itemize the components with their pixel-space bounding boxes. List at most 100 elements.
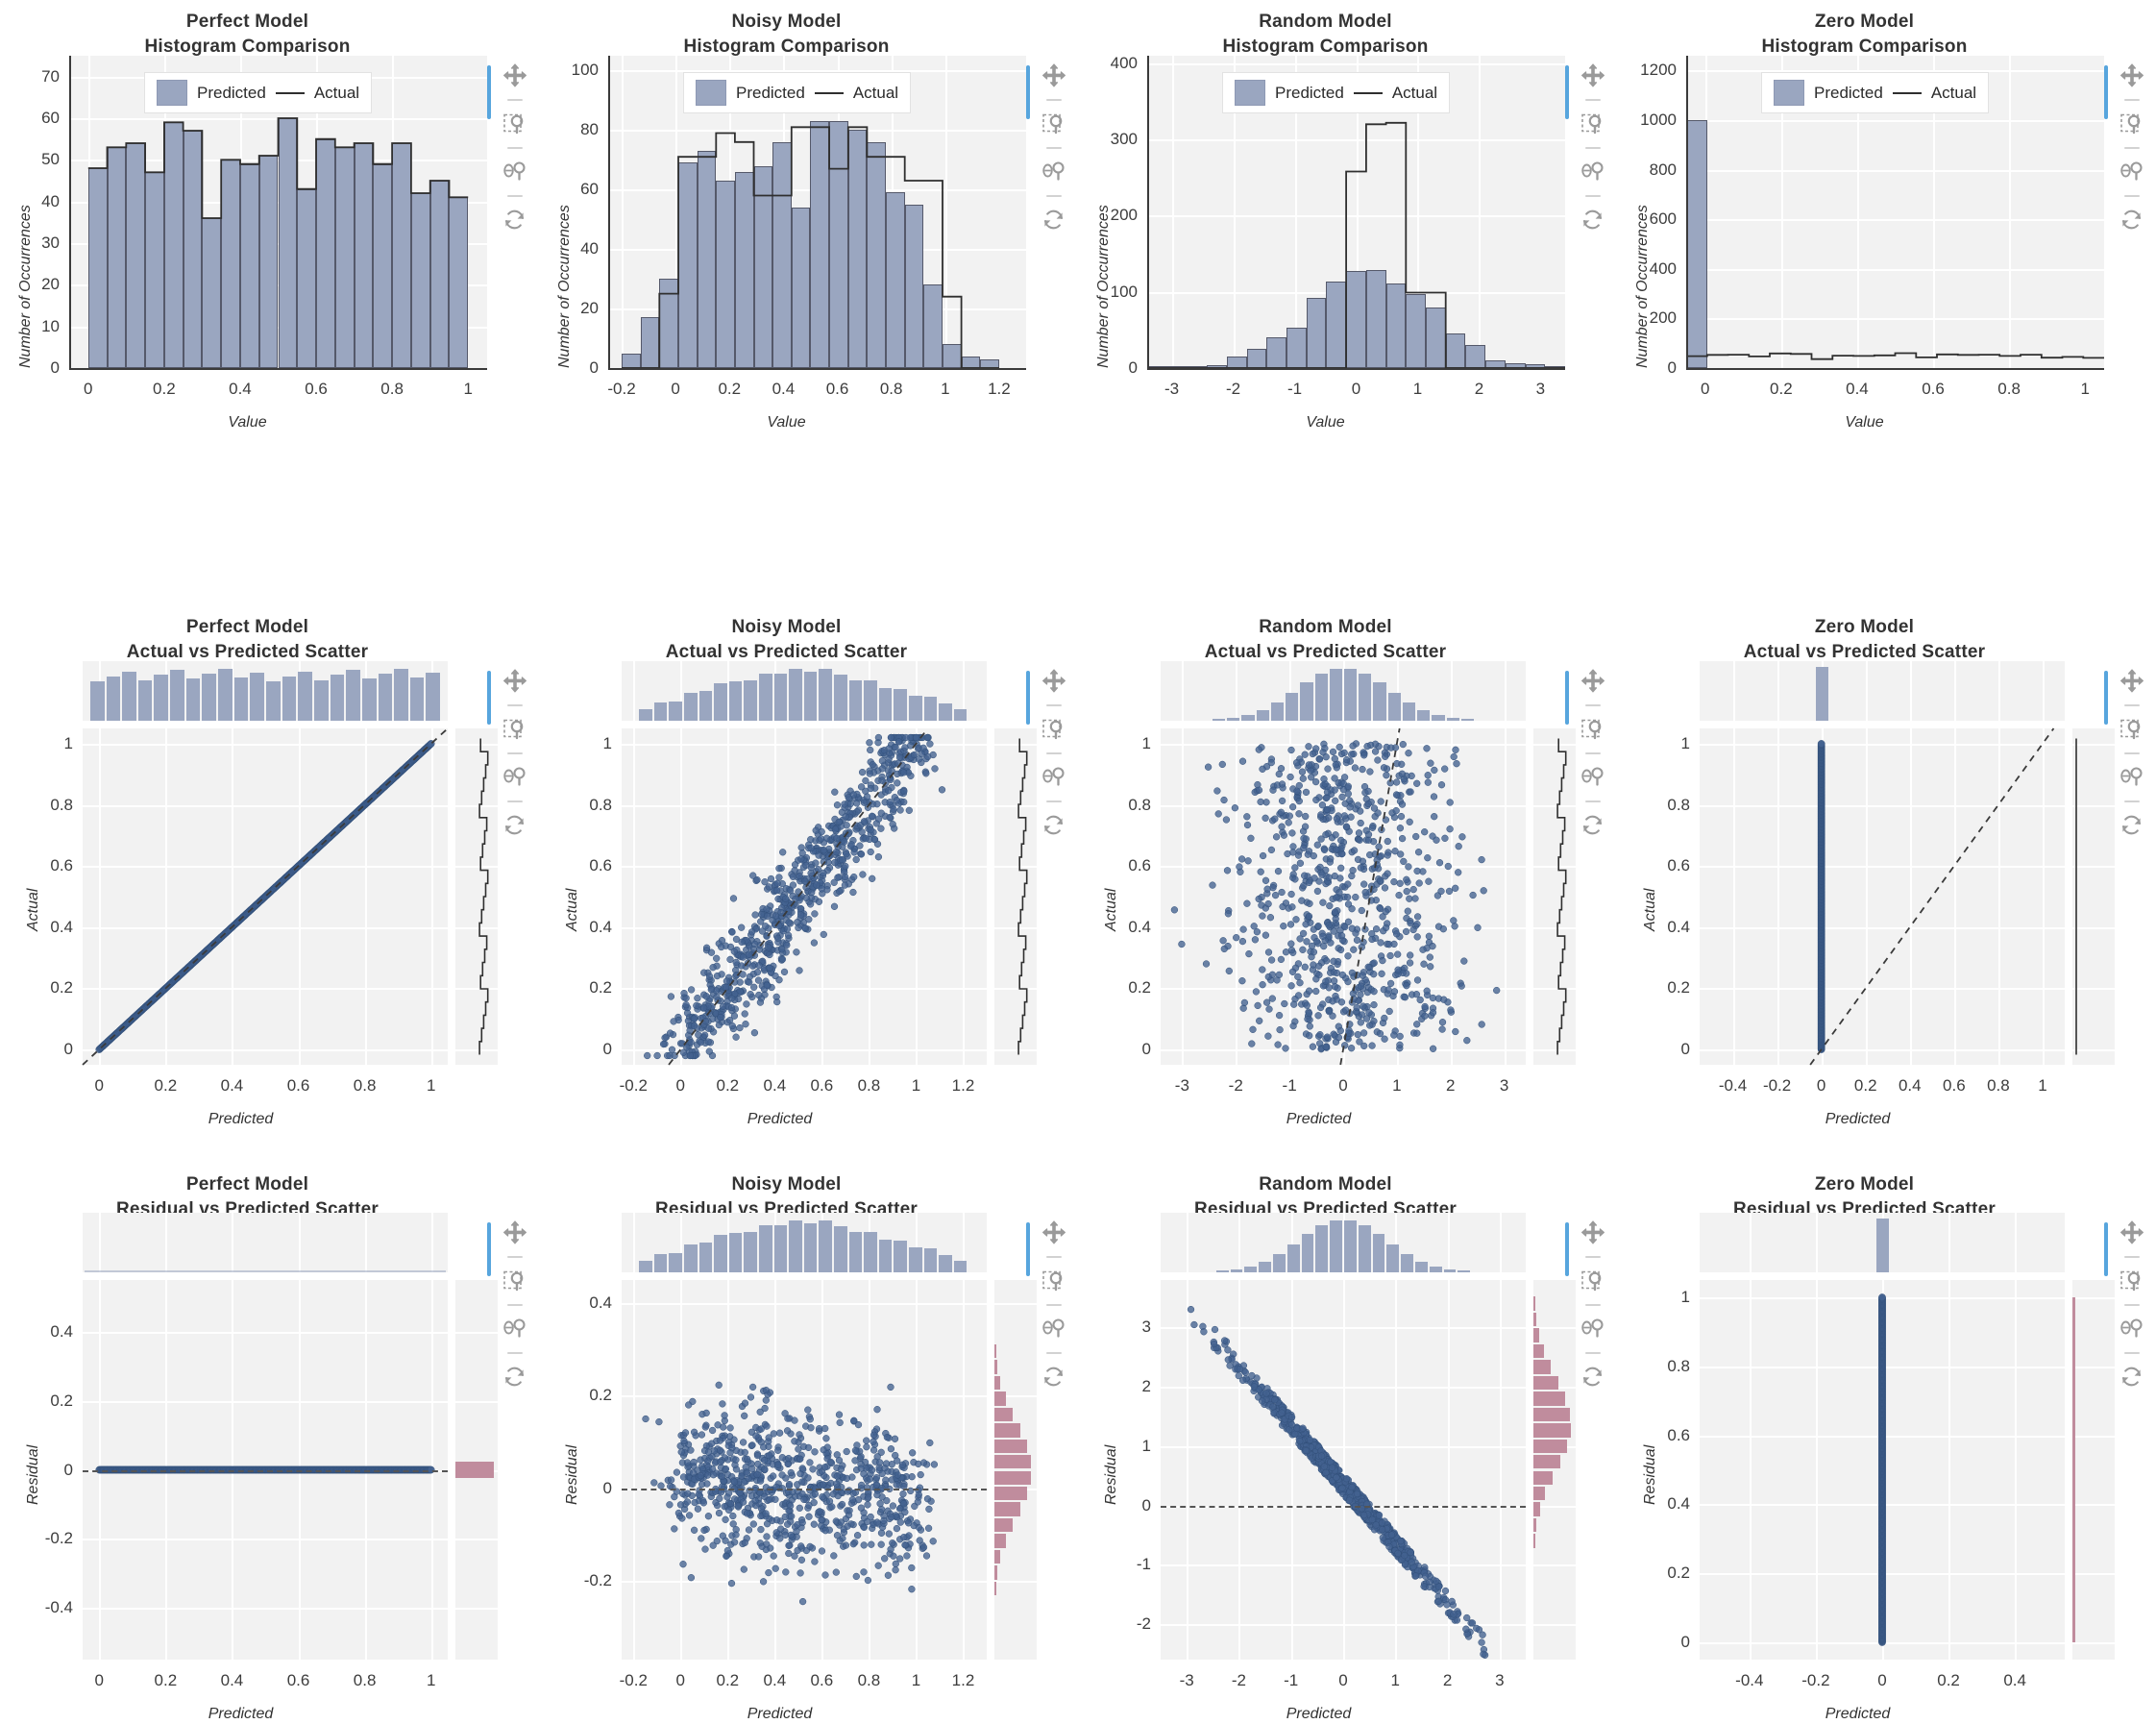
chart-toolbar [2104,1217,2154,1399]
toolbar-pan-button[interactable] [2116,60,2148,92]
chart-legend: Predicted Actual [1761,72,1990,113]
marginal-top-bar [122,671,136,721]
marginal-top-bar [154,675,169,721]
marginal-top-bar [1314,674,1328,721]
toolbar-zoom-rect-button[interactable] [1038,1265,1070,1297]
marginal-right-bar [994,1534,1006,1548]
histogram-bar [753,165,773,368]
toolbar-zoom-params-button[interactable] [1038,1313,1070,1345]
gridline-horizontal [1700,804,2065,807]
toolbar-zoom-rect-button[interactable] [1038,713,1070,746]
axis-tick-x: -0.4 [1718,1076,1748,1095]
gridline-horizontal [2072,1296,2115,1299]
gridline-horizontal [1686,120,2104,123]
gridline-vertical [1732,728,1735,1065]
toolbar-zoom-params-button[interactable] [2116,156,2148,188]
toolbar-refresh-button[interactable] [2116,204,2148,236]
axis-tick-x: 0 [94,1671,104,1689]
toolbar-zoom-params-button[interactable] [499,156,531,188]
toolbar-zoom-rect-button[interactable] [2116,1265,2148,1297]
toolbar-refresh-button[interactable] [1038,809,1070,842]
toolbar-refresh-button[interactable] [2116,1361,2148,1393]
toolbar-zoom-params-button[interactable] [1577,1313,1609,1345]
marginal-top-panel [622,661,987,721]
toolbar-pan-button[interactable] [499,60,531,92]
toolbar-zoom-rect-button[interactable] [1577,108,1609,140]
toolbar-refresh-button[interactable] [1577,1361,1609,1393]
toolbar-active-indicator [2104,65,2108,119]
histogram-bar [810,121,830,368]
toolbar-zoom-params-button[interactable] [1577,761,1609,794]
pan-icon [1580,63,1605,88]
marginal-right-panel [2072,1280,2115,1660]
zoom-params-icon [1041,1317,1066,1342]
toolbar-zoom-rect-button[interactable] [499,1265,531,1297]
toolbar-divider [1046,752,1062,754]
axis-tick-x: 0 [1351,380,1361,398]
toolbar-refresh-button[interactable] [1038,204,1070,236]
toolbar-pan-button[interactable] [1038,1217,1070,1249]
toolbar-zoom-params-button[interactable] [2116,761,2148,794]
toolbar-refresh-button[interactable] [1577,204,1609,236]
toolbar-zoom-params-button[interactable] [499,1313,531,1345]
axis-tick-y: -0.4 [44,1598,73,1617]
toolbar-refresh-button[interactable] [2116,809,2148,842]
toolbar-zoom-rect-button[interactable] [2116,713,2148,746]
toolbar-zoom-params-button[interactable] [1577,156,1609,188]
axis-tick-y: 0.4 [50,1321,73,1341]
toolbar-pan-button[interactable] [1577,665,1609,698]
figure-grid: Perfect Model Histogram Comparison Predict… [0,0,2156,1724]
toolbar-zoom-params-button[interactable] [1038,761,1070,794]
axis-label-x: Value [1306,414,1345,431]
axis-tick-y: 0 [589,358,599,377]
panel-perfect-hist: Perfect Model Histogram Comparison Predict… [0,0,539,605]
toolbar-pan-button[interactable] [1577,1217,1609,1249]
axis-tick-y: 50 [41,150,60,169]
histogram-bar [145,172,164,368]
toolbar-refresh-button[interactable] [499,1361,531,1393]
toolbar-zoom-params-button[interactable] [2116,1313,2148,1345]
histogram-bar [1286,328,1307,368]
gridline-vertical [1236,661,1238,721]
toolbar-refresh-button[interactable] [499,809,531,842]
toolbar-refresh-button[interactable] [1577,809,1609,842]
toolbar-zoom-params-button[interactable] [1038,156,1070,188]
toolbar-zoom-rect-button[interactable] [1577,713,1609,746]
gridline-vertical [1182,728,1185,1065]
marginal-top-bar [908,696,922,721]
axis-tick-y: 20 [580,299,599,318]
toolbar-pan-button[interactable] [2116,665,2148,698]
toolbar-pan-button[interactable] [1577,60,1609,92]
marginal-top-bar [714,682,727,721]
toolbar-zoom-rect-button[interactable] [499,108,531,140]
toolbar-active-indicator [487,65,491,119]
axis-tick-x: 0.8 [1987,1076,2010,1095]
toolbar-zoom-rect-button[interactable] [1038,108,1070,140]
toolbar-zoom-rect-button[interactable] [1577,1265,1609,1297]
toolbar-refresh-button[interactable] [1038,1361,1070,1393]
toolbar-pan-button[interactable] [1038,665,1070,698]
toolbar-divider [507,147,523,149]
histogram-bar [373,163,393,368]
refresh-icon [1041,1365,1066,1390]
axis-tick-x: 1 [426,1076,436,1095]
toolbar-divider [1585,800,1601,802]
marginal-top-bar [1415,1261,1428,1272]
chart-toolbar [2104,60,2154,242]
marginal-top-bar [848,1231,863,1272]
toolbar-zoom-params-button[interactable] [499,761,531,794]
toolbar-zoom-rect-button[interactable] [2116,108,2148,140]
toolbar-zoom-rect-button[interactable] [499,713,531,746]
toolbar-pan-button[interactable] [1038,60,1070,92]
toolbar-pan-button[interactable] [499,665,531,698]
zoom-params-icon [1041,160,1066,185]
gridline-vertical [1948,1213,1951,1272]
toolbar-refresh-button[interactable] [499,204,531,236]
marginal-right-bar [1533,1360,1551,1374]
marginal-top-bar [282,676,297,721]
toolbar-pan-button[interactable] [2116,1217,2148,1249]
marginal-right-bar [1533,1517,1537,1533]
toolbar-pan-button[interactable] [499,1217,531,1249]
toolbar-divider [507,1256,523,1258]
axis-tick-x: -0.4 [1735,1671,1764,1689]
